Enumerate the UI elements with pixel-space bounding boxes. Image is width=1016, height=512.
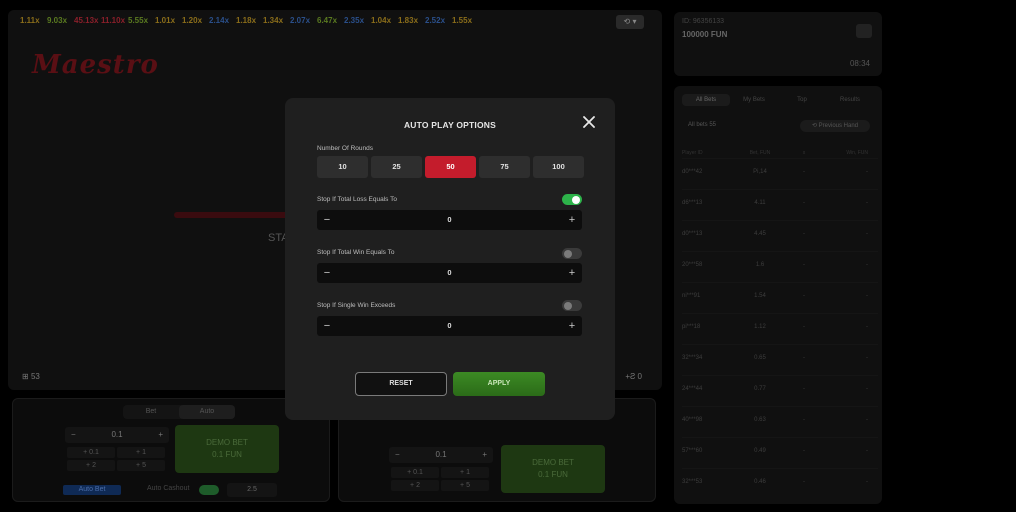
apply-button[interactable]: APPLY: [453, 372, 545, 396]
loss-limit-label: Stop If Total Loss Equals To: [317, 196, 397, 203]
round-option-25[interactable]: 25: [371, 156, 422, 178]
plus-icon[interactable]: +: [562, 316, 582, 336]
round-option-75[interactable]: 75: [479, 156, 530, 178]
win-limit-stepper[interactable]: − 0 +: [317, 263, 582, 283]
loss-limit-stepper[interactable]: − 0 +: [317, 210, 582, 230]
auto-play-modal: AUTO PLAY OPTIONS Number Of Rounds 10 25…: [285, 98, 615, 420]
toggle-knob: [572, 195, 580, 204]
round-option-10[interactable]: 10: [317, 156, 368, 178]
win-limit-label: Stop If Total Win Equals To: [317, 249, 395, 256]
loss-limit-value: 0: [447, 215, 452, 224]
rounds-selector: 10 25 50 75 100: [317, 156, 584, 178]
win-limit-toggle[interactable]: [562, 248, 582, 259]
round-option-100[interactable]: 100: [533, 156, 584, 178]
toggle-knob: [564, 301, 572, 310]
single-win-stepper[interactable]: − 0 +: [317, 316, 582, 336]
plus-icon[interactable]: +: [562, 210, 582, 230]
round-option-50[interactable]: 50: [425, 156, 476, 178]
single-win-label: Stop If Single Win Exceeds: [317, 302, 396, 309]
reset-button[interactable]: RESET: [355, 372, 447, 396]
rounds-label: Number Of Rounds: [317, 145, 373, 152]
loss-limit-toggle[interactable]: [562, 194, 582, 205]
modal-title: AUTO PLAY OPTIONS: [403, 120, 497, 130]
plus-icon[interactable]: +: [562, 263, 582, 283]
win-limit-value: 0: [447, 268, 452, 277]
close-icon[interactable]: [581, 114, 597, 130]
single-win-value: 0: [447, 321, 452, 330]
single-win-toggle[interactable]: [562, 300, 582, 311]
toggle-knob: [564, 249, 572, 258]
